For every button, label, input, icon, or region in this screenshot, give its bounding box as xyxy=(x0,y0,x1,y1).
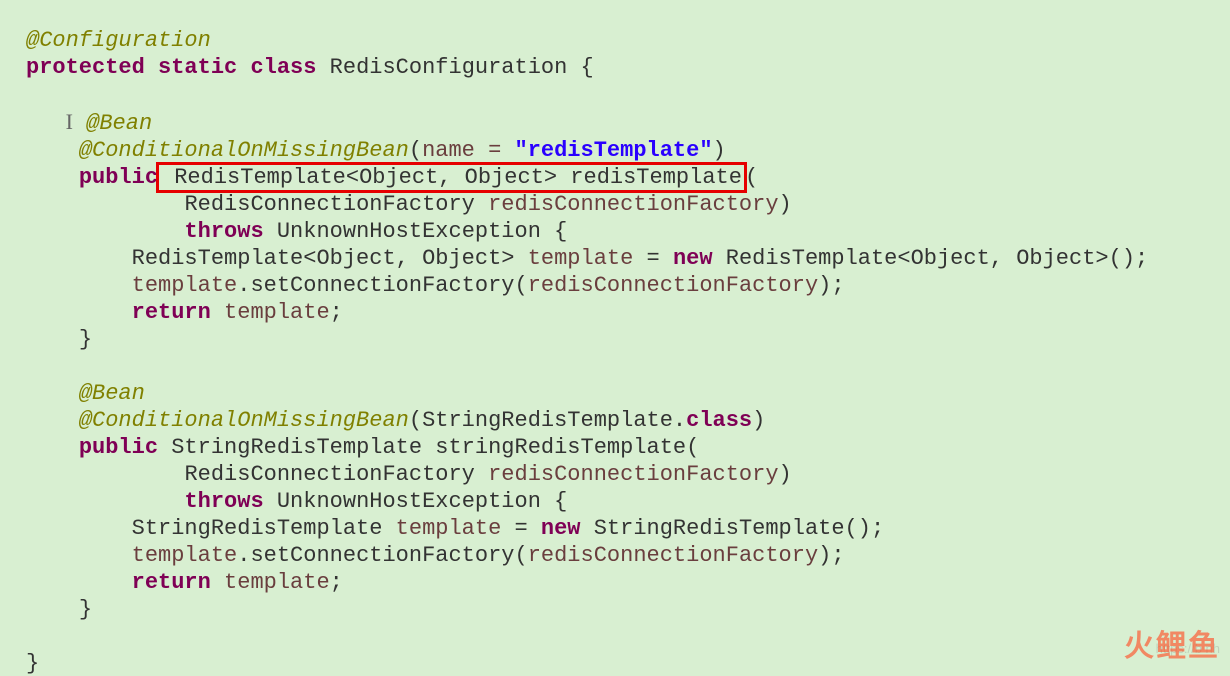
annotation-bean-2: @Bean xyxy=(79,381,145,406)
kw-return-2: return xyxy=(132,570,211,595)
eq-1: = xyxy=(633,246,673,271)
param-name-1: redisConnectionFactory xyxy=(488,192,778,217)
kw-class-lit: class xyxy=(686,408,752,433)
eq-2: = xyxy=(501,516,541,541)
annotation-condmissing-1: @ConditionalOnMissingBean xyxy=(79,138,409,163)
arg-type-2: StringRedisTemplate. xyxy=(422,408,686,433)
ctor-2: StringRedisTemplate(); xyxy=(581,516,885,541)
exception-type-2: UnknownHostException { xyxy=(264,489,568,514)
annotation-condmissing-2: @ConditionalOnMissingBean xyxy=(79,408,409,433)
semi-2: ; xyxy=(330,570,343,595)
sp-2 xyxy=(211,570,224,595)
arg-name: name = xyxy=(422,138,514,163)
param-type-2: RedisConnectionFactory xyxy=(184,462,488,487)
kw-new-1: new xyxy=(673,246,713,271)
ctor-1: RedisTemplate<Object, Object>(); xyxy=(713,246,1149,271)
kw-public-1: public xyxy=(79,165,158,190)
call-setfactory-1: .setConnectionFactory( xyxy=(237,273,527,298)
method-sig-2: StringRedisTemplate stringRedisTemplate( xyxy=(158,435,699,460)
stmt-end-2: ); xyxy=(818,543,844,568)
rparen-1: ) xyxy=(779,192,792,217)
class-name: RedisConfiguration xyxy=(330,55,568,80)
var-template-1b: template xyxy=(132,273,238,298)
kw-return-1: return xyxy=(132,300,211,325)
annotation-bean-1: @Bean xyxy=(86,111,152,136)
param-name-2: redisConnectionFactory xyxy=(488,462,778,487)
rparen: ) xyxy=(713,138,726,163)
kw-throws-2: throws xyxy=(184,489,263,514)
sp-1 xyxy=(211,300,224,325)
arg-factory-1: redisConnectionFactory xyxy=(528,273,818,298)
highlighted-signature: RedisTemplate<Object, Object> redisTempl… xyxy=(156,162,747,193)
brace-close-2: } xyxy=(79,597,92,622)
lparen: ( xyxy=(409,138,422,163)
stmt-end-1: ); xyxy=(818,273,844,298)
var-template-1c: template xyxy=(224,300,330,325)
rparen-2b: ) xyxy=(779,462,792,487)
arg-factory-2: redisConnectionFactory xyxy=(528,543,818,568)
decl-type-2: StringRedisTemplate xyxy=(132,516,396,541)
call-setfactory-2: .setConnectionFactory( xyxy=(237,543,527,568)
var-template-2c: template xyxy=(224,570,330,595)
param-type-1: RedisConnectionFactory xyxy=(184,192,488,217)
lparen-2: ( xyxy=(409,408,422,433)
watermark-text: 火鲤鱼 xyxy=(1124,633,1220,660)
rparen-2: ) xyxy=(752,408,765,433)
lparen-sig: ( xyxy=(745,165,758,190)
kw-class: class xyxy=(250,55,316,80)
var-template-2a: template xyxy=(396,516,502,541)
kw-throws-1: throws xyxy=(184,219,263,244)
kw-protected: protected xyxy=(26,55,145,80)
decl-type-1: RedisTemplate<Object, Object> xyxy=(132,246,528,271)
kw-public-2: public xyxy=(79,435,158,460)
brace-close-outer: } xyxy=(26,651,39,676)
code-block: @Configuration protected static class Re… xyxy=(0,0,1230,676)
annotation-configuration: @Configuration xyxy=(26,28,211,53)
brace-close-1: } xyxy=(79,327,92,352)
kw-static: static xyxy=(158,55,237,80)
string-redistemplate: "redisTemplate" xyxy=(515,138,713,163)
var-template-1a: template xyxy=(528,246,634,271)
brace-open: { xyxy=(567,55,593,80)
var-template-2b: template xyxy=(132,543,238,568)
semi-1: ; xyxy=(330,300,343,325)
exception-type-1: UnknownHostException { xyxy=(264,219,568,244)
text-cursor xyxy=(66,111,73,136)
kw-new-2: new xyxy=(541,516,581,541)
